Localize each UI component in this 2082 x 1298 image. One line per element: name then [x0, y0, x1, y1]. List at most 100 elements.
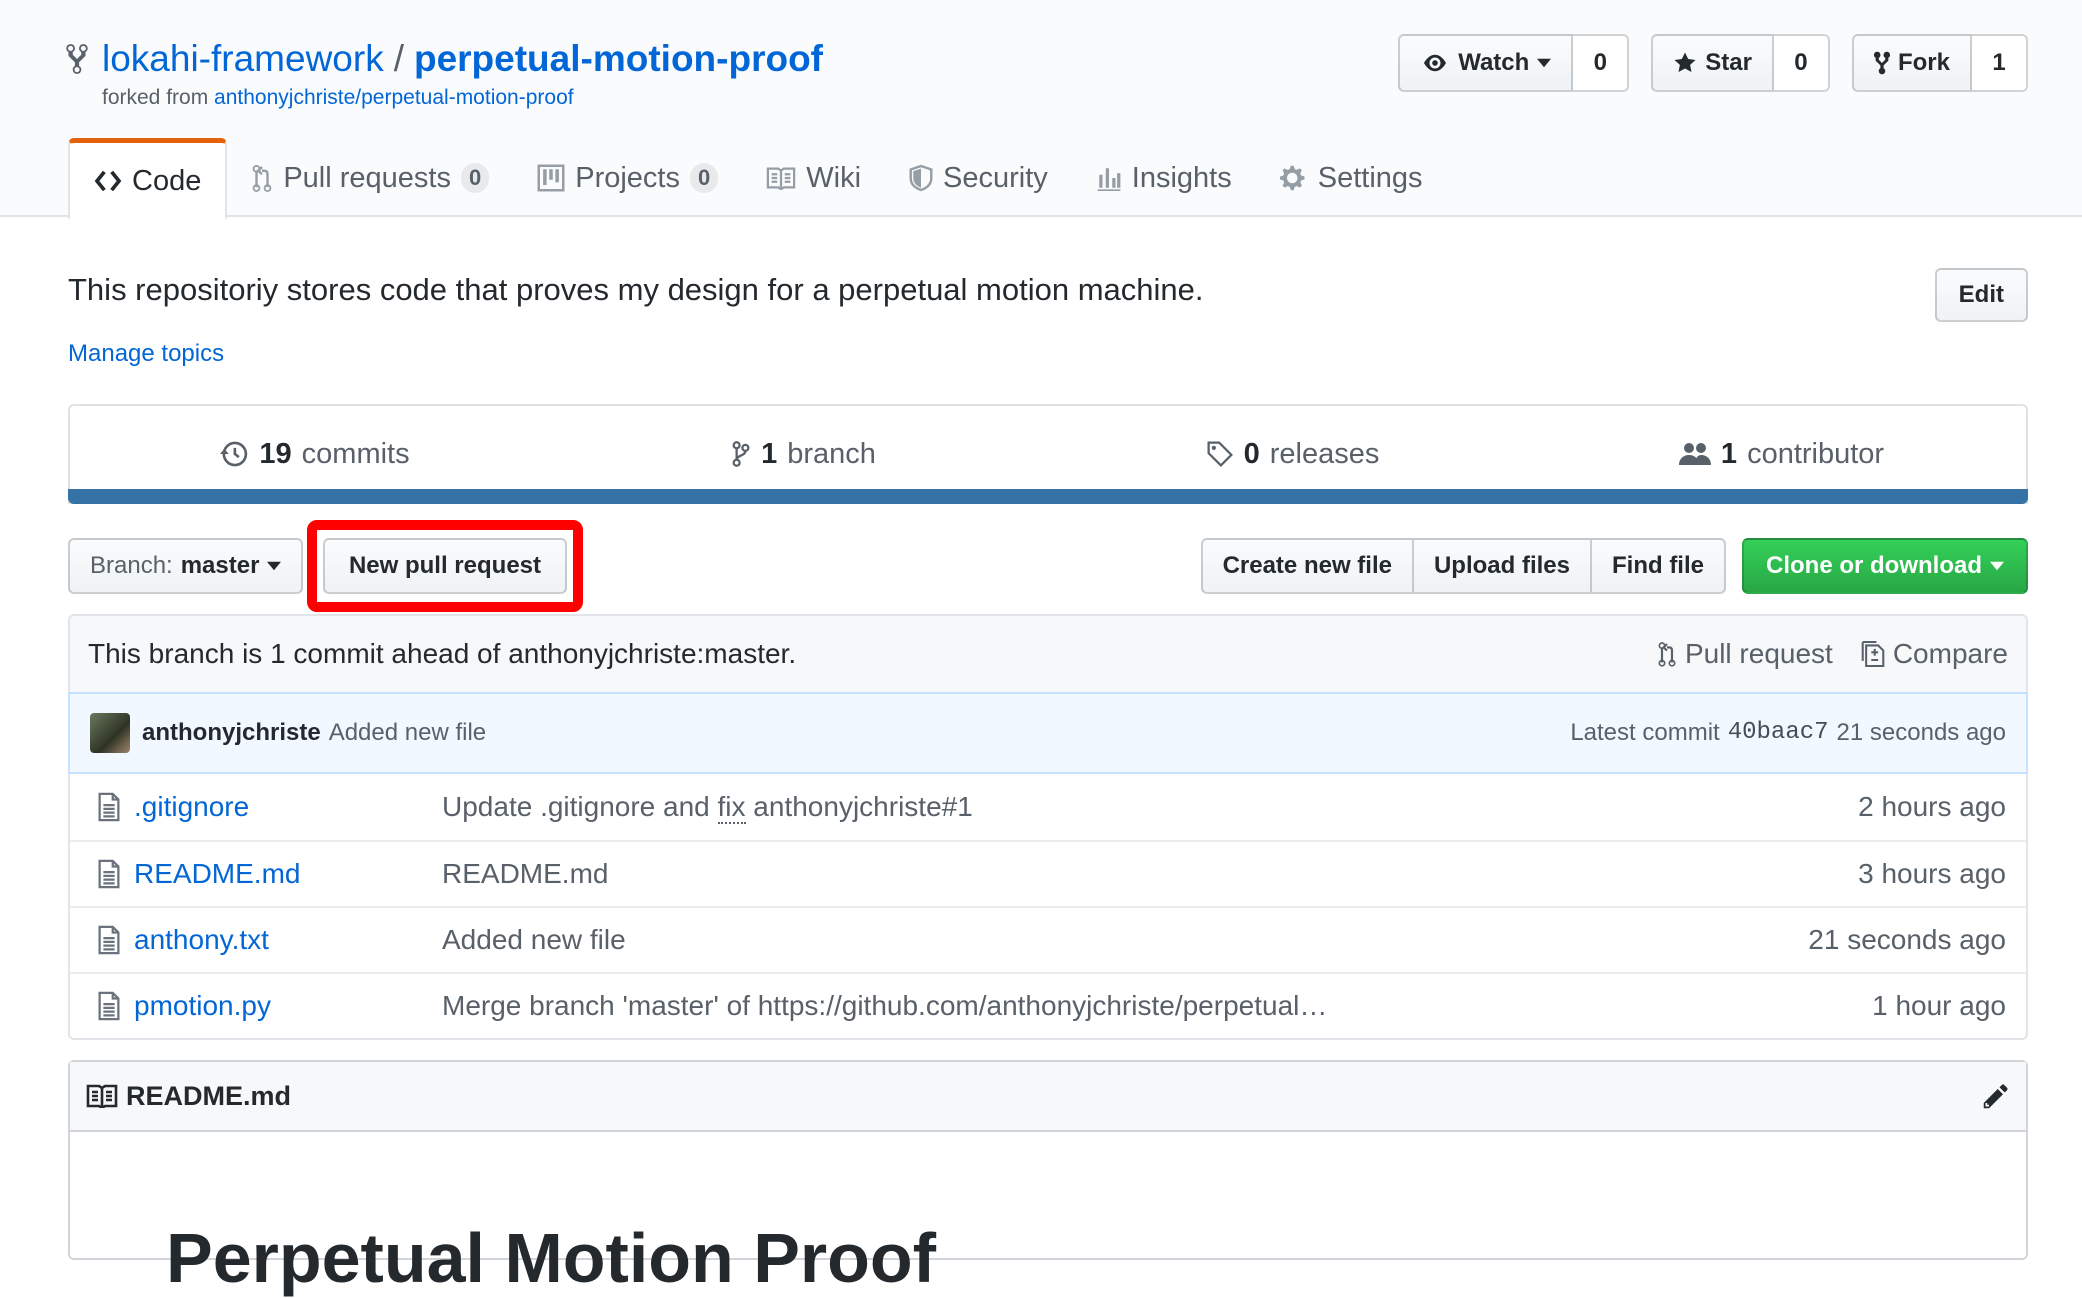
readme-box: README.md Perpetual Motion Proof — [68, 1060, 2028, 1297]
watch-button[interactable]: Watch — [1398, 34, 1574, 92]
commit-sha-link[interactable]: 40baac7 — [1728, 719, 1829, 747]
file-commit-message[interactable]: Added new file — [442, 924, 1808, 956]
star-button[interactable]: Star — [1651, 34, 1774, 92]
code-icon — [94, 170, 122, 192]
file-icon — [84, 792, 134, 822]
tab-projects[interactable]: Projects 0 — [513, 138, 742, 218]
tab-insights[interactable]: Insights — [1072, 138, 1256, 218]
repo-header: lokahi-framework / perpetual-motion-proo… — [0, 0, 2082, 219]
branch-select-button[interactable]: Branch: master — [68, 538, 304, 594]
watch-count[interactable]: 0 — [1573, 34, 1630, 92]
latest-commit-bar: anthonyjchriste Added new file Latest co… — [68, 692, 2028, 774]
new-pull-request-button[interactable]: New pull request — [323, 538, 567, 594]
file-actions: Create new file Upload files Find file C… — [1200, 538, 2028, 594]
people-icon — [1678, 443, 1711, 465]
repo-path-separator: / — [393, 38, 404, 79]
branch-name: master — [180, 552, 260, 579]
forked-from-link[interactable]: anthonyjchriste/perpetual-motion-proof — [214, 86, 574, 109]
file-icon — [84, 925, 134, 955]
clone-label: Clone or download — [1766, 552, 1982, 579]
repo-owner-link[interactable]: lokahi-framework — [102, 38, 384, 80]
manage-topics-link[interactable]: Manage topics — [68, 340, 224, 368]
book-icon — [767, 167, 796, 190]
star-count[interactable]: 0 — [1773, 34, 1830, 92]
tab-code-label: Code — [132, 164, 202, 197]
caret-down-icon — [1990, 561, 2004, 571]
tab-security[interactable]: Security — [885, 138, 1072, 218]
file-age: 21 seconds ago — [1808, 924, 2006, 955]
readme-heading: Perpetual Motion Proof — [166, 1219, 936, 1297]
fork-group: Fork 1 — [1851, 34, 2028, 92]
pagehead-actions: Watch 0 Star 0 Fork 1 — [1398, 34, 2028, 92]
create-new-file-button[interactable]: Create new file — [1200, 538, 1414, 594]
tab-code[interactable]: Code — [68, 138, 228, 219]
repo-description: This repositoriy stores code that proves… — [68, 272, 1204, 307]
diff-icon — [1861, 640, 1885, 668]
releases-count: 0 — [1243, 437, 1260, 470]
pull-request-link[interactable]: Pull request — [1657, 638, 1833, 670]
gear-icon — [1279, 165, 1305, 191]
tab-insights-label: Insights — [1131, 161, 1232, 194]
projects-counter: 0 — [690, 163, 719, 193]
file-row: .gitignore Update .gitignore and fix ant… — [70, 774, 2026, 840]
file-age: 2 hours ago — [1858, 791, 2006, 822]
issue-reference-link[interactable]: fix — [717, 791, 746, 824]
releases-label: releases — [1269, 437, 1380, 470]
eye-icon — [1424, 54, 1447, 72]
pencil-icon[interactable] — [1982, 1082, 2010, 1110]
clone-or-download-button[interactable]: Clone or download — [1742, 538, 2028, 594]
tab-pull-requests[interactable]: Pull requests 0 — [227, 138, 513, 218]
commit-age: 21 seconds ago — [1836, 719, 2006, 746]
file-icon — [84, 859, 134, 889]
tab-wiki[interactable]: Wiki — [742, 138, 885, 218]
contributors-link[interactable]: 1 contributor — [1537, 406, 2026, 502]
repo-forked-icon — [66, 44, 88, 74]
tab-settings[interactable]: Settings — [1256, 138, 1447, 218]
find-file-button[interactable]: Find file — [1590, 538, 1726, 594]
git-pull-request-icon — [1658, 642, 1676, 667]
file-commit-message[interactable]: Merge branch 'master' of https://github.… — [442, 990, 1872, 1022]
latest-commit-info: Latest commit 40baac7 21 seconds ago — [1570, 719, 2006, 747]
avatar[interactable] — [90, 713, 130, 753]
file-commit-message[interactable]: Update .gitignore and fix anthonyjchrist… — [442, 791, 1858, 824]
commits-label: commits — [301, 437, 410, 470]
history-icon — [220, 441, 248, 467]
branches-link[interactable]: 1 branch — [559, 406, 1048, 502]
file-commit-message-text: Update .gitignore and — [442, 791, 718, 822]
file-name-link[interactable]: README.md — [134, 858, 442, 890]
caret-down-icon — [1537, 58, 1552, 68]
branch-infobar: This branch is 1 commit ahead of anthony… — [68, 614, 2028, 692]
watch-label: Watch — [1458, 49, 1530, 76]
commits-link[interactable]: 19 commits — [70, 406, 559, 502]
branch-ahead-text: This branch is 1 commit ahead of anthony… — [88, 638, 797, 669]
tab-projects-label: Projects — [575, 161, 680, 194]
upload-files-button[interactable]: Upload files — [1411, 538, 1592, 594]
tab-settings-label: Settings — [1317, 161, 1423, 194]
edit-description-button[interactable]: Edit — [1934, 268, 2028, 322]
compare-link[interactable]: Compare — [1861, 638, 2008, 670]
releases-link[interactable]: 0 releases — [1048, 406, 1537, 502]
git-branch-icon — [732, 441, 750, 467]
compare-label: Compare — [1892, 638, 2008, 669]
commit-message-link[interactable]: Added new file — [329, 719, 486, 747]
file-commit-message[interactable]: README.md — [442, 858, 1858, 890]
branch-infobar-actions: Pull request Compare — [1657, 638, 2008, 670]
file-row: anthony.txt Added new file 21 seconds ag… — [70, 906, 2026, 972]
branches-label: branch — [787, 437, 876, 470]
language-bar[interactable] — [68, 489, 2028, 504]
file-name-link[interactable]: anthony.txt — [134, 924, 442, 956]
commit-author-link[interactable]: anthonyjchriste — [142, 719, 321, 747]
file-name-link[interactable]: .gitignore — [134, 791, 442, 823]
file-icon — [84, 991, 134, 1021]
repo-forked-icon — [1874, 51, 1890, 75]
pull-request-label: Pull request — [1684, 638, 1833, 669]
fork-count[interactable]: 1 — [1972, 34, 2028, 92]
fork-label: Fork — [1897, 49, 1950, 76]
fork-button[interactable]: Fork — [1851, 34, 1972, 92]
repo-name-link[interactable]: perpetual-motion-proof — [414, 38, 823, 80]
readme-title: README.md — [126, 1080, 292, 1111]
book-icon — [86, 1084, 118, 1108]
git-pull-request-icon — [252, 164, 272, 192]
file-name-link[interactable]: pmotion.py — [134, 990, 442, 1022]
shield-icon — [909, 164, 933, 192]
